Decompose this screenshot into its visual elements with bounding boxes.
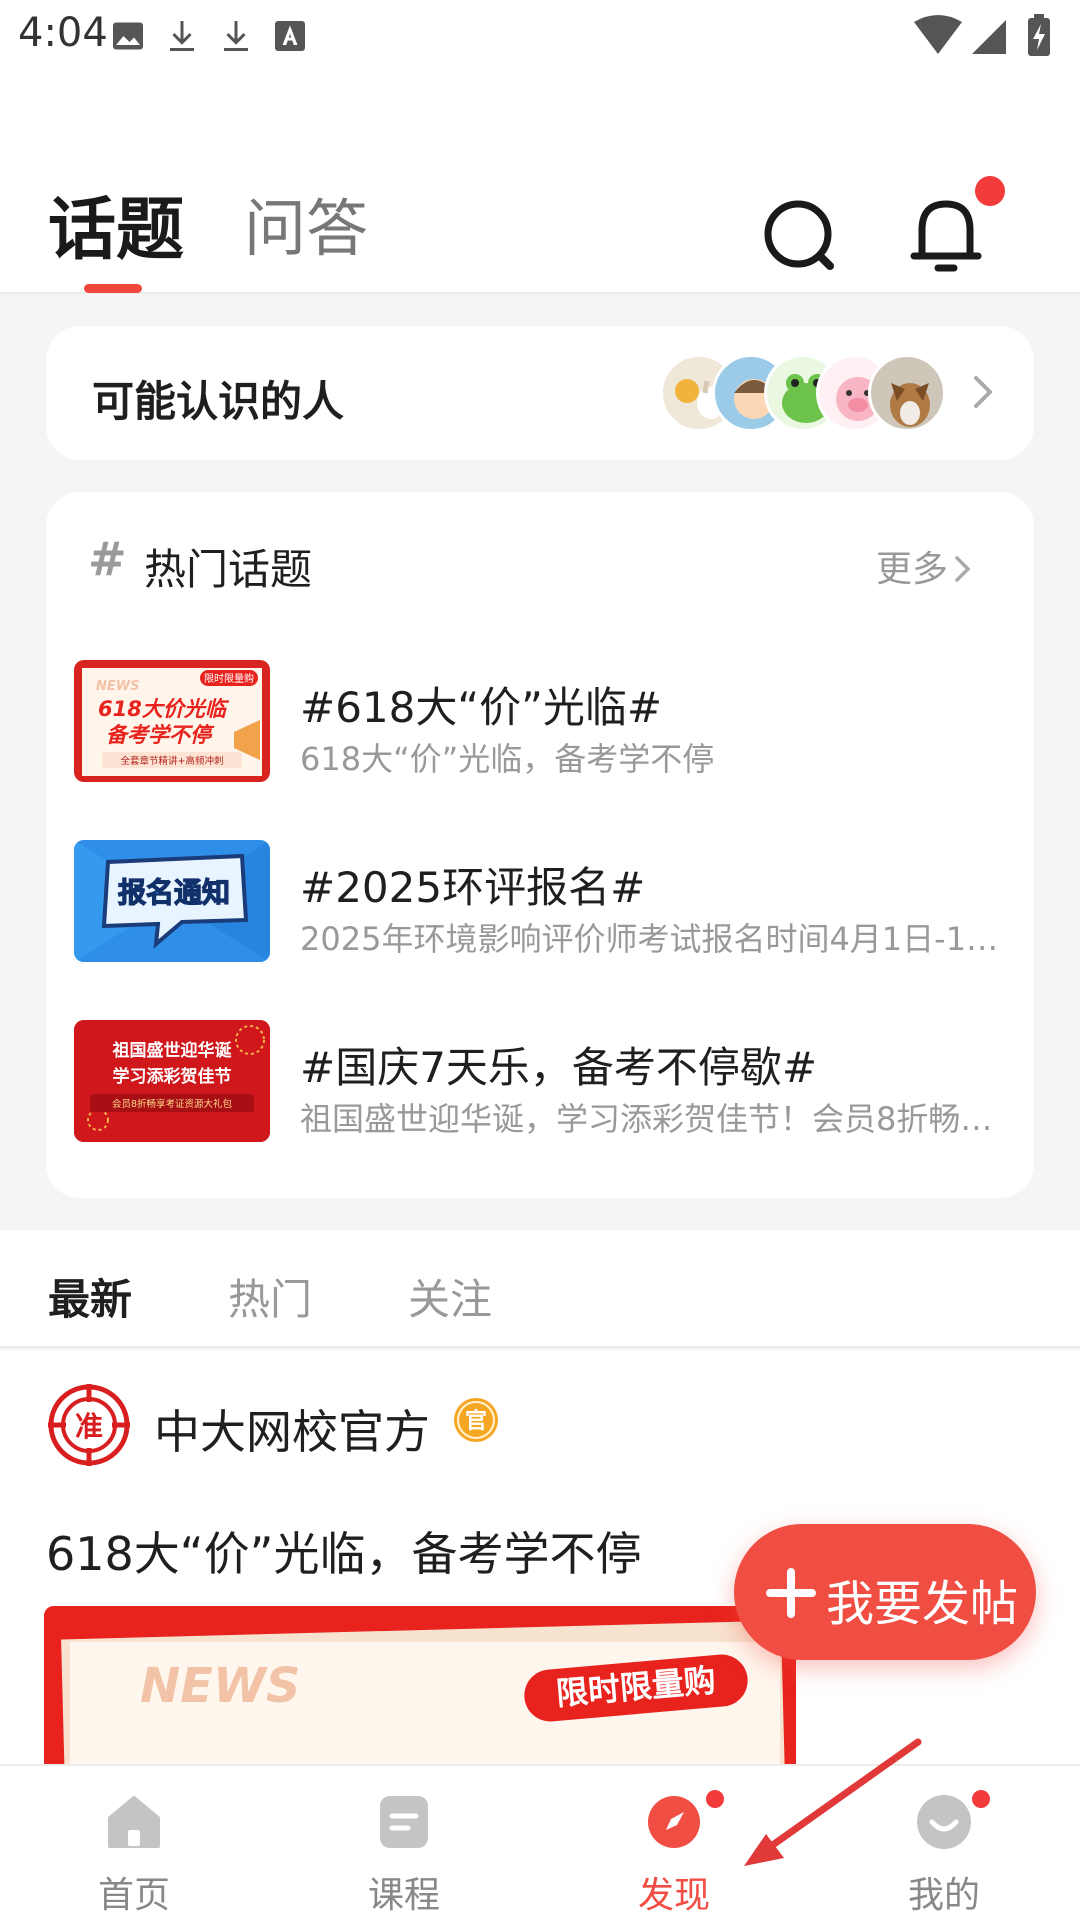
- topic-subtitle: 2025年环境影响评价师考试报名时间4月1日-1…: [300, 920, 999, 958]
- top-header: 话题 问答: [0, 78, 1080, 294]
- topic-item[interactable]: 祖国盛世迎华诞 学习添彩贺佳节 会员8折畅享考证资源大礼包 #国庆7天乐，备考不…: [74, 1020, 1014, 1142]
- tab-topics[interactable]: 话题: [48, 174, 184, 273]
- thumb-line1: 祖国盛世迎华诞: [112, 1040, 233, 1061]
- thumb-line3: 会员8折畅享考证资源大礼包: [112, 1098, 233, 1110]
- thumb-line1: 618大价光临: [98, 697, 230, 721]
- feed-tab-hot[interactable]: 热门: [228, 1266, 312, 1327]
- post-text: 618大“价”光临，备考学不停: [46, 1527, 642, 1581]
- hot-topics-card: # 热门话题 更多 限时限量购 NEWS 618大价光临 备考学不停 全套章节精…: [46, 492, 1034, 1198]
- hot-topics-title: 热门话题: [144, 545, 313, 594]
- notification-dot: [975, 176, 1005, 206]
- avatar: [868, 354, 946, 432]
- font-icon: [275, 21, 305, 51]
- active-tab-indicator: [84, 284, 142, 293]
- annotation-arrow-icon: [744, 1738, 922, 1866]
- chevron-right-icon: [974, 376, 992, 408]
- nav-home[interactable]: 首页: [34, 1766, 234, 1920]
- tab-qa[interactable]: 问答: [244, 178, 368, 268]
- status-time: 4:04: [18, 10, 108, 56]
- badge-label: 官: [465, 1408, 487, 1434]
- image-icon: [113, 22, 143, 50]
- nav-courses[interactable]: 课程: [304, 1766, 504, 1920]
- thumb-line1: 报名通知: [118, 876, 230, 909]
- download-icon: [224, 21, 248, 51]
- thumb-line2: 学习添彩贺佳节: [113, 1066, 232, 1087]
- topic-thumbnail: 限时限量购 NEWS 618大价光临 备考学不停 全套章节精讲+高频冲刺: [74, 660, 270, 782]
- post-image[interactable]: NEWS 限时限量购: [44, 1606, 796, 1770]
- new-post-label: 我要发帖: [826, 1576, 1019, 1632]
- nav-notification-dot: [972, 1790, 990, 1808]
- new-post-button[interactable]: 我要发帖: [734, 1524, 1036, 1660]
- plus-icon: [766, 1568, 816, 1618]
- topic-subtitle: 618大“价”光临，备考学不停: [300, 740, 715, 778]
- feed-tabs: 最新 热门 关注: [0, 1230, 1080, 1348]
- official-badge-icon: 官: [454, 1398, 498, 1442]
- feed-tab-following[interactable]: 关注: [408, 1266, 492, 1327]
- wifi-icon: [914, 15, 962, 54]
- topic-thumbnail: 祖国盛世迎华诞 学习添彩贺佳节 会员8折畅享考证资源大礼包: [74, 1020, 270, 1142]
- topic-item[interactable]: 报名通知 #2025环评报名# 2025年环境影响评价师考试报名时间4月1日-1…: [74, 840, 1014, 962]
- feed-tab-latest[interactable]: 最新: [48, 1266, 132, 1327]
- more-topics-link[interactable]: 更多: [876, 540, 974, 592]
- topic-title: #618大“价”光临#: [300, 683, 663, 732]
- avatar-stack: [660, 354, 950, 434]
- thumb-line2: 备考学不停: [106, 723, 215, 747]
- author-avatar[interactable]: 准: [48, 1384, 130, 1466]
- topic-title: #2025环评报名#: [300, 863, 646, 912]
- more-label: 更多: [875, 549, 948, 590]
- status-bar: 4:04: [0, 0, 1080, 78]
- nav-label: 首页: [97, 1875, 170, 1916]
- logo-char: 准: [75, 1410, 103, 1443]
- people-card-title: 可能认识的人: [92, 377, 345, 426]
- system-status-icons: [914, 14, 1050, 56]
- chevron-right-icon: [955, 556, 971, 582]
- thumb-news: NEWS: [96, 679, 139, 694]
- thumbnail-graphic: 限时限量购 NEWS 618大价光临 备考学不停 全套章节精讲+高频冲刺: [82, 668, 262, 776]
- topic-subtitle: 祖国盛世迎华诞，学习添彩贺佳节！会员8折畅…: [300, 1100, 993, 1138]
- post-image-news: NEWS: [140, 1658, 300, 1714]
- thumbnail-graphic: 报名通知: [74, 840, 270, 962]
- nav-notification-dot: [706, 1790, 724, 1808]
- thumbnail-graphic: 祖国盛世迎华诞 学习添彩贺佳节 会员8折畅享考证资源大礼包: [74, 1020, 270, 1142]
- course-icon: [380, 1796, 428, 1848]
- topic-item[interactable]: 限时限量购 NEWS 618大价光临 备考学不停 全套章节精讲+高频冲刺 #61…: [74, 660, 1014, 782]
- post-author-name[interactable]: 中大网校官方: [154, 1396, 430, 1462]
- hashtag-icon: #: [88, 532, 127, 586]
- post-image-graphic: NEWS 限时限量购: [44, 1606, 796, 1770]
- signal-icon: [972, 20, 1006, 54]
- nav-label: 课程: [367, 1875, 440, 1916]
- topic-title: #国庆7天乐，备考不停歇#: [300, 1043, 818, 1092]
- topic-thumbnail: 报名通知: [74, 840, 270, 962]
- people-you-may-know-card[interactable]: 可能认识的人: [46, 326, 1034, 460]
- thumb-tag: 限时限量购: [204, 672, 254, 685]
- download-icon: [170, 21, 194, 51]
- home-icon: [108, 1796, 160, 1848]
- thumb-line3: 全套章节精讲+高频冲刺: [121, 755, 224, 767]
- discover-icon: [648, 1796, 700, 1848]
- search-icon[interactable]: [746, 182, 850, 286]
